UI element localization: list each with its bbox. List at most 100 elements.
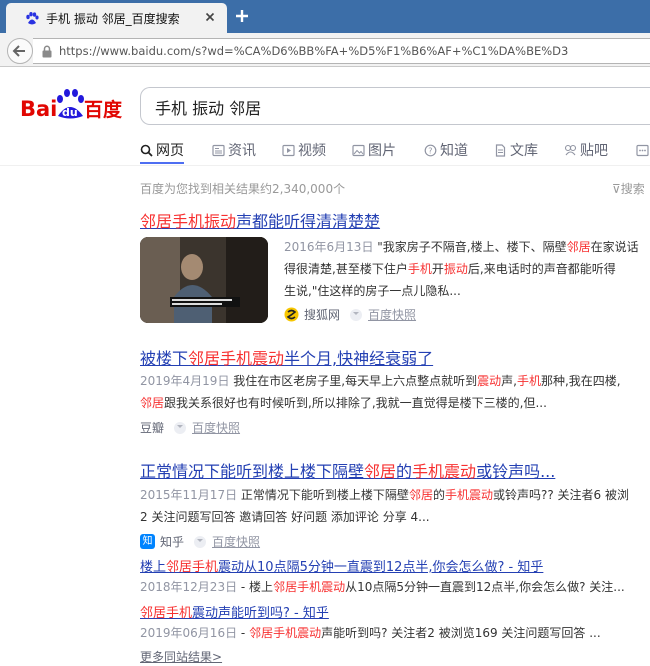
- result-abstract: 2015年11月17日 正常情况下能听到楼上楼下隔壁邻居的手机震动或铃声吗?? …: [140, 484, 629, 528]
- chevron-down-icon[interactable]: [174, 421, 187, 434]
- tab-label: 网页: [156, 143, 184, 159]
- source-name[interactable]: 搜狐网: [304, 306, 340, 323]
- result-thumbnail[interactable]: [140, 237, 268, 323]
- highlight: 手机震动: [444, 488, 493, 502]
- sohu-icon: [284, 307, 299, 322]
- abstract-text: 正常情况下能听到楼上楼下隔壁: [240, 488, 409, 502]
- abstract-text: 在家说话: [590, 240, 639, 254]
- document-icon: [495, 143, 506, 157]
- baidu-paw-icon: [26, 12, 39, 25]
- plus-icon[interactable]: [233, 7, 251, 25]
- highlight: 邻居手机震动: [249, 626, 322, 640]
- highlight: 邻居: [408, 488, 433, 502]
- close-icon[interactable]: [202, 9, 218, 25]
- snapshot-link[interactable]: 百度快照: [192, 419, 240, 436]
- tab-zhidao[interactable]: ? 知道: [424, 139, 468, 161]
- divider: [0, 165, 650, 166]
- video-icon: [282, 144, 295, 156]
- tab-more[interactable]: [636, 139, 650, 161]
- highlight: 振动: [443, 262, 468, 276]
- tieba-icon: [564, 144, 577, 155]
- title-text: 的: [396, 462, 413, 481]
- result-date: 2016年6月13日: [284, 240, 374, 254]
- result-date: 2015年11月17日: [140, 488, 238, 502]
- svg-text:?: ?: [428, 146, 432, 155]
- abstract-text: 跟我关系很好也有时候听到,所以排除了,我就一直觉得是楼下三楼的,但...: [164, 396, 547, 410]
- more-results-link[interactable]: 更多同站结果>: [140, 648, 222, 665]
- title-text: 震动声能听到吗? - 知乎: [192, 606, 329, 621]
- zhihu-icon: 知: [140, 534, 155, 549]
- result-title[interactable]: 被楼下邻居手机震动半个月,快神经衰弱了: [140, 345, 433, 369]
- tab-tieba[interactable]: 贴吧: [564, 139, 608, 161]
- search-tabs: 网页 资讯 视频 图片 ? 知道 文库 贴吧: [140, 137, 650, 164]
- back-arrow-icon: [12, 45, 25, 57]
- highlight: 手机: [516, 374, 541, 388]
- chevron-down-icon[interactable]: [350, 308, 363, 321]
- thumbnail-image: [140, 237, 268, 323]
- abstract-text: 声,: [501, 374, 517, 388]
- abstract-text: 生说,"住这样的房子一点儿隐私...: [284, 284, 461, 298]
- browser-tab[interactable]: 手机 振动 邻居_百度搜索: [6, 3, 227, 33]
- result-date: 2018年12月23日: [140, 580, 238, 594]
- highlight: 邻居手机: [166, 560, 219, 575]
- address-bar[interactable]: https://www.baidu.com/s?wd=%CA%D6%BB%FA+…: [33, 38, 650, 64]
- snapshot-link[interactable]: 百度快照: [212, 533, 260, 550]
- tab-strip: 手机 振动 邻居_百度搜索: [0, 0, 650, 33]
- abstract-text: 声能听到吗? 关注者2 被浏览169 关注问题写回答 ...: [321, 626, 601, 640]
- result-title[interactable]: 正常情况下能听到楼上楼下隔壁邻居的手机震动或铃声吗...: [140, 458, 555, 482]
- sub-result-title[interactable]: 楼上邻居手机震动从10点隔5分钟一直震到12点半,你会怎么做? - 知乎: [140, 556, 543, 575]
- abstract-text: "我家房子不隔音,楼上、楼下、隔壁: [377, 240, 567, 254]
- result-abstract: 2016年6月13日 "我家房子不隔音,楼上、楼下、隔壁邻居在家说话 得很清楚,…: [284, 236, 639, 302]
- paw-mark: du: [57, 89, 84, 119]
- tab-label: 贴吧: [580, 143, 608, 159]
- title-text: 正常情况下能听到楼上楼下隔壁: [140, 462, 365, 481]
- snapshot-link[interactable]: 百度快照: [368, 306, 416, 323]
- abstract-text: -: [237, 626, 250, 640]
- tab-title: 手机 振动 邻居_百度搜索: [46, 12, 180, 26]
- tab-label: 文库: [510, 143, 538, 159]
- highlight: 手机: [407, 262, 432, 276]
- tab-label: 知道: [440, 143, 468, 159]
- search-icon: [140, 144, 153, 157]
- result-title[interactable]: 邻居手机振动声都能听得清清楚楚: [140, 208, 380, 232]
- search-input[interactable]: 手机 振动 邻居: [140, 87, 650, 125]
- highlight: 邻居手机震动: [273, 580, 346, 594]
- highlight: 邻居: [364, 462, 397, 481]
- abstract-text: 2 关注问题写回答 邀请回答 好问题 添加评论 分享 4...: [140, 510, 430, 524]
- search-query: 手机 振动 邻居: [155, 99, 262, 118]
- tab-news[interactable]: 资讯: [212, 139, 256, 161]
- chevron-down-icon[interactable]: [194, 535, 207, 548]
- navigation-toolbar: https://www.baidu.com/s?wd=%CA%D6%BB%FA+…: [0, 33, 650, 67]
- abstract-text: 或铃声吗?? 关注者6 被浏: [492, 488, 629, 502]
- lock-icon: [42, 45, 52, 58]
- question-icon: ?: [424, 144, 437, 156]
- result-date: 2019年4月19日: [140, 374, 230, 388]
- baidu-logo[interactable]: Bai du 百度: [20, 86, 124, 124]
- sub-result-title[interactable]: 邻居手机震动声能听到吗? - 知乎: [140, 602, 329, 621]
- tab-images[interactable]: 图片: [352, 139, 396, 161]
- source-name[interactable]: 知乎: [160, 533, 184, 550]
- title-text: 被楼下: [140, 349, 189, 368]
- tab-label: 视频: [298, 143, 326, 159]
- highlight: 邻居: [140, 396, 165, 410]
- abstract-text: 开: [431, 262, 444, 276]
- logo-text-cn: 百度: [84, 98, 123, 121]
- tab-wenku[interactable]: 文库: [494, 139, 538, 161]
- search-tools-button[interactable]: ⊽搜索: [612, 180, 645, 197]
- highlight: 邻居手机: [140, 606, 193, 621]
- back-button[interactable]: [7, 38, 33, 64]
- logo-text-du: du: [62, 106, 78, 119]
- result-abstract: 2019年4月19日 我住在市区老房子里,每天早上六点整点就听到震动声,手机那种…: [140, 370, 621, 414]
- active-tab-indicator: [140, 162, 184, 164]
- result-source: 豆瓣 百度快照: [140, 419, 240, 436]
- news-icon: [212, 144, 225, 156]
- title-text: 震动从10点隔5分钟一直震到12点半,你会怎么做? - 知乎: [218, 560, 544, 575]
- tab-webpage[interactable]: 网页: [140, 139, 184, 161]
- sub-result-abstract: 2019年06月16日 - 邻居手机震动声能听到吗? 关注者2 被浏览169 关…: [140, 622, 601, 644]
- tab-video[interactable]: 视频: [282, 139, 326, 161]
- tab-label: 图片: [368, 143, 396, 159]
- abstract-text: - 楼上: [237, 580, 274, 594]
- logo-text-bai: Bai: [20, 97, 57, 121]
- result-count: 百度为您找到相关结果约2,340,000个: [140, 182, 346, 196]
- source-name[interactable]: 豆瓣: [140, 419, 164, 436]
